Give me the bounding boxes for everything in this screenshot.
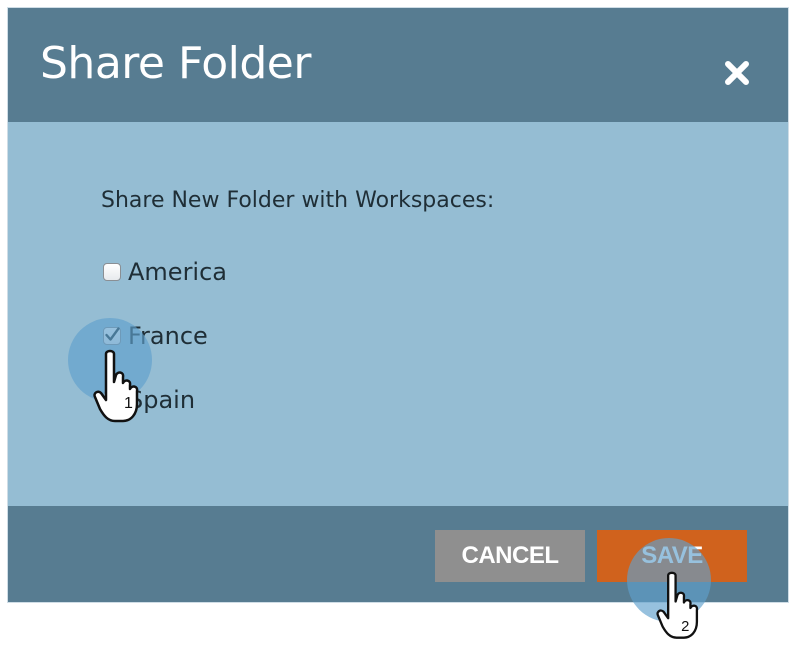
dialog-title: Share Folder (40, 38, 311, 89)
workspace-option-america[interactable]: America (103, 256, 227, 288)
workspace-label: America (128, 258, 227, 286)
share-folder-dialog: Share Folder Share New Folder with Works… (8, 8, 788, 602)
pointer-hand-icon: 1 (93, 349, 139, 423)
step-number: 1 (124, 395, 133, 412)
dialog-body: Share New Folder with Workspaces: Americ… (8, 122, 788, 506)
dialog-header: Share Folder (8, 8, 788, 122)
close-icon[interactable] (724, 60, 750, 86)
pointer-hand-icon: 2 (656, 571, 699, 639)
workspaces-prompt: Share New Folder with Workspaces: (101, 188, 495, 213)
cancel-button[interactable]: CANCEL (435, 530, 585, 582)
step-number: 2 (681, 619, 689, 635)
checkbox-america[interactable] (103, 263, 121, 281)
